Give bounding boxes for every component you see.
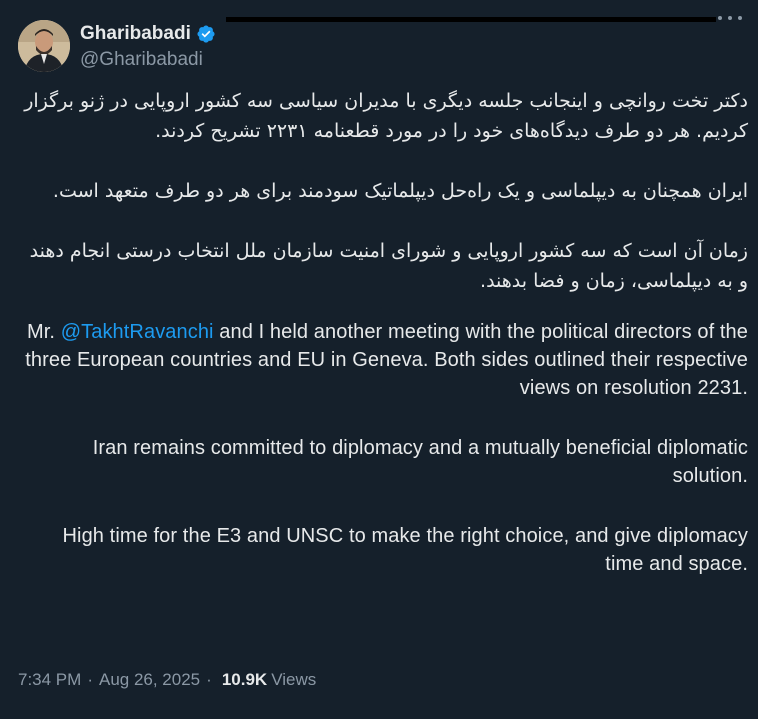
views-count[interactable]: 10.9K bbox=[222, 670, 267, 690]
verified-badge-icon bbox=[197, 25, 215, 43]
redaction-bar bbox=[226, 17, 716, 22]
tweet-paragraph-en-2: Iran remains committed to diplomacy and … bbox=[92, 437, 748, 487]
tweet-date[interactable]: Aug 26, 2025 bbox=[99, 670, 200, 690]
author-block: Gharibabadi @Gharibabadi bbox=[80, 22, 216, 71]
tweet-paragraph-fa-2: ایران همچنان به دیپلماسی و یک راه‌حل دیپ… bbox=[52, 180, 748, 202]
meta-separator-2: · bbox=[206, 670, 212, 689]
author-display-name[interactable]: Gharibabadi bbox=[80, 23, 191, 45]
tweet-en1-prefix: Mr. bbox=[26, 321, 61, 343]
author-handle[interactable]: @Gharibabadi bbox=[80, 49, 216, 71]
tweet-text: دکتر تخت روانچی و اینجانب جلسه دیگری با … bbox=[20, 86, 748, 610]
tweet-paragraph-fa-3: زمان آن است که سه کشور اروپایی و شورای ا… bbox=[29, 240, 748, 292]
tweet-paragraph-en-3: High time for the E3 and UNSC to make th… bbox=[62, 525, 748, 575]
tweet-paragraph-en-1: Mr. @TakhtRavanchi and I held another me… bbox=[20, 318, 748, 402]
tweet-time[interactable]: 7:34 PM bbox=[18, 670, 81, 690]
more-options-icon[interactable] bbox=[718, 14, 742, 22]
avatar[interactable] bbox=[18, 20, 70, 72]
meta-separator: · bbox=[87, 670, 93, 689]
tweet-paragraph-fa-1: دکتر تخت روانچی و اینجانب جلسه دیگری با … bbox=[24, 90, 748, 142]
tweet-card: Gharibabadi @Gharibabadi دکتر تخت روانچی… bbox=[0, 0, 758, 719]
tweet-meta: 7:34 PM · Aug 26, 2025 · 10.9K Views bbox=[18, 670, 316, 690]
mention-link[interactable]: @TakhtRavanchi bbox=[61, 321, 214, 343]
views-label: Views bbox=[271, 670, 317, 689]
